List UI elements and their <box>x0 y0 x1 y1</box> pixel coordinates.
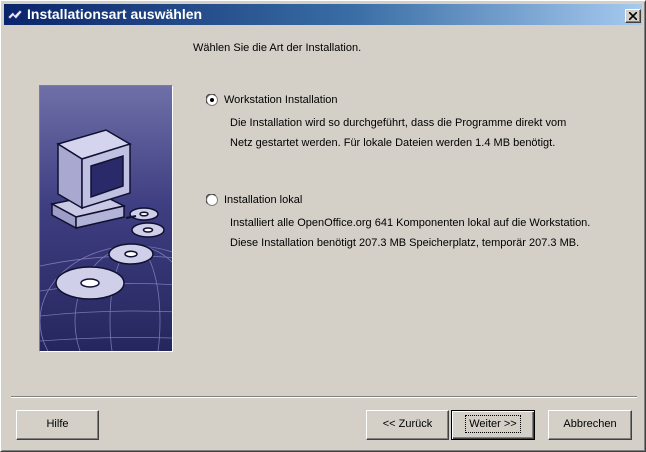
close-icon <box>629 12 637 20</box>
installation-prompt: Wählen Sie die Art der Installation. <box>193 42 362 54</box>
window-title: Installationsart auswählen <box>27 6 203 22</box>
title-bar[interactable]: Installationsart auswählen <box>4 4 642 25</box>
app-icon <box>7 7 23 23</box>
footer-separator <box>11 396 637 398</box>
option-local-description: Installiert alle OpenOffice.org 641 Komp… <box>230 217 591 249</box>
radio-selected-icon[interactable] <box>205 93 218 106</box>
option-workstation-label[interactable]: Workstation Installation <box>224 94 338 106</box>
close-button[interactable] <box>625 9 641 23</box>
radio-unselected-icon[interactable] <box>205 193 218 206</box>
next-button-label: Weiter >> <box>465 415 521 433</box>
dialog-window: Installationsart auswählen Wählen Sie di… <box>0 0 646 452</box>
back-button[interactable]: << Zurück <box>366 410 449 440</box>
option-local-label[interactable]: Installation lokal <box>224 194 302 206</box>
next-button[interactable]: Weiter >> <box>451 410 535 440</box>
cancel-button[interactable]: Abbrechen <box>548 410 632 440</box>
help-button[interactable]: Hilfe <box>16 410 99 440</box>
computer-illustration <box>39 85 173 352</box>
option-workstation-description: Die Installation wird so durchgeführt, d… <box>230 117 567 149</box>
